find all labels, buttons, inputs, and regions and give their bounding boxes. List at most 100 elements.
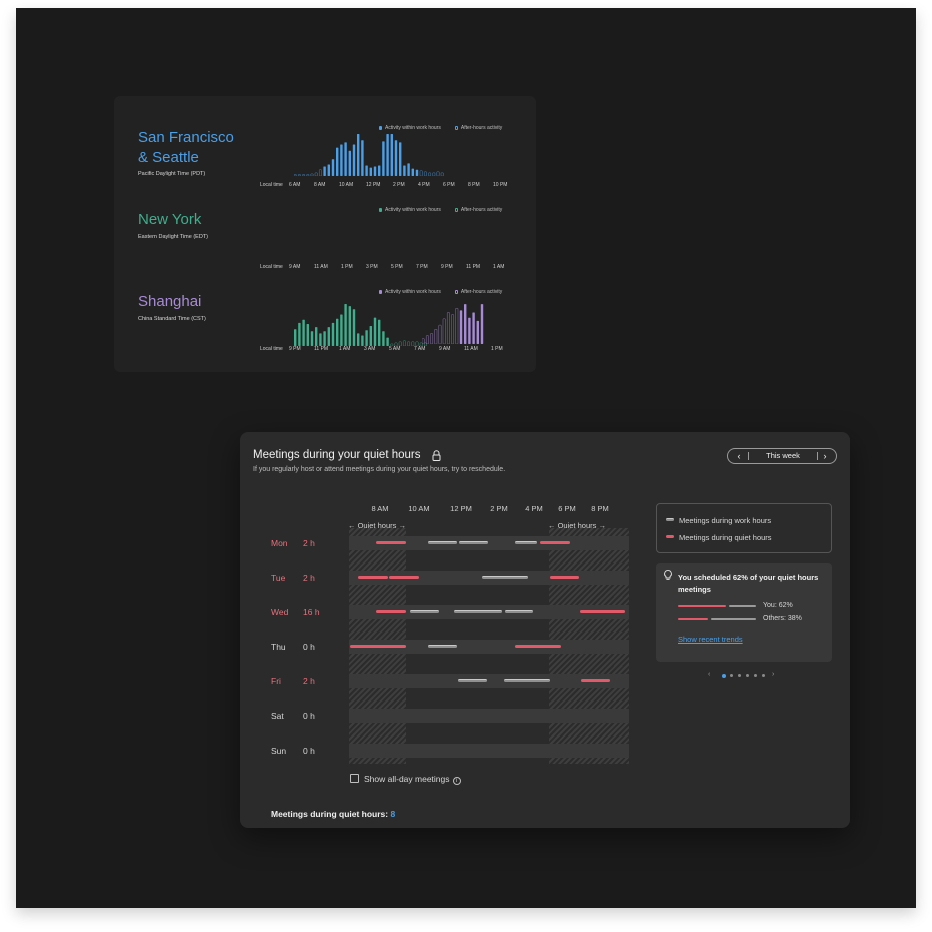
quiet-hours-meeting[interactable] [540, 541, 570, 544]
day-timeline-track [349, 570, 629, 585]
activity-bar [423, 171, 427, 176]
pager-next-icon[interactable]: › [772, 671, 774, 678]
you-work-bar [729, 605, 756, 607]
legend-swatch-after [454, 126, 458, 130]
pager-dot[interactable] [730, 674, 733, 677]
activity-bar [297, 174, 301, 176]
city-name: Shanghai [138, 293, 202, 310]
pager-dot[interactable] [762, 674, 765, 677]
activity-bar [399, 142, 402, 176]
activity-bar [318, 169, 322, 176]
quiet-hours-meeting[interactable] [515, 644, 561, 648]
work-hours-meeting[interactable] [482, 575, 528, 579]
quiet-meetings-count: Meetings during quiet hours: 8 [271, 809, 395, 819]
city-name: San Francisco & Seattle [138, 128, 234, 168]
activity-bars-shanghai [422, 304, 484, 344]
activity-bar [344, 142, 347, 176]
comparison-others: Others: 38% [678, 615, 828, 623]
quiet-hours-meeting[interactable] [550, 575, 579, 579]
work-hours-meeting[interactable] [428, 541, 457, 544]
time-label: 2 PM [490, 504, 508, 513]
activity-bar [438, 324, 442, 344]
quiet-hours-meeting[interactable] [580, 610, 625, 614]
others-work-bar [711, 618, 756, 620]
activity-bar [459, 310, 463, 344]
activity-bar [422, 338, 425, 344]
day-hours: 0 h [303, 641, 315, 652]
quiet-hours-meeting[interactable] [376, 610, 406, 614]
day-label: Tue [271, 572, 286, 583]
quiet-hours-meeting[interactable] [389, 575, 419, 579]
time-label: 6 PM [558, 504, 576, 513]
lock-icon [432, 450, 441, 461]
week-selector: ‹ This week › [727, 448, 837, 464]
chevron-right-icon: › [823, 451, 827, 461]
work-hours-meeting[interactable] [458, 679, 487, 683]
quiet-hours-meeting[interactable] [350, 644, 406, 648]
activity-bar [446, 312, 450, 344]
time-label: 8 AM [371, 504, 389, 513]
work-hours-meeting[interactable] [454, 610, 502, 614]
quiet-hours-meeting[interactable] [376, 541, 406, 544]
work-hours-meeting[interactable] [410, 610, 439, 614]
pager-prev-icon[interactable]: ‹ [708, 671, 710, 678]
legend-swatch-quiet [666, 535, 674, 538]
show-allday-toggle[interactable]: Show all-day meetings i [350, 774, 461, 785]
activity-bar [432, 172, 436, 176]
work-hours-meeting[interactable] [459, 541, 488, 544]
activity-bar [390, 134, 393, 176]
day-hours: 0 h [303, 711, 315, 721]
activity-bar [361, 140, 364, 176]
quiet-hours-meeting[interactable] [581, 679, 610, 683]
day-hours: 16 h [303, 607, 320, 618]
day-label: Mon [271, 538, 288, 548]
you-label: You: 62% [763, 602, 793, 609]
activity-bar [411, 168, 414, 176]
you-quiet-bar [678, 605, 726, 607]
lightbulb-icon [664, 570, 672, 580]
axis-tick: 9 AM [439, 346, 451, 352]
axis-local-time-label: Local time [260, 346, 283, 352]
axis-tick: 7 AM [414, 346, 426, 352]
previous-week-button[interactable]: ‹ [732, 450, 746, 462]
work-hours-meeting[interactable] [504, 679, 550, 683]
day-timeline-track [349, 536, 629, 550]
pager-dot[interactable] [754, 674, 757, 677]
pager-dot[interactable] [738, 674, 741, 677]
insight-card: You scheduled 62% of your quiet hours me… [656, 563, 832, 662]
activity-bar [403, 165, 406, 176]
next-week-button[interactable]: › [818, 450, 832, 462]
activity-bar [352, 144, 356, 176]
time-label: 4 PM [525, 504, 543, 513]
work-hours-meeting[interactable] [505, 610, 533, 614]
pager-dot[interactable] [746, 674, 749, 677]
chevron-left-icon: ‹ [737, 451, 741, 461]
pager-dot[interactable] [722, 673, 726, 678]
activity-bar [451, 314, 455, 344]
legend-swatch-after [454, 290, 458, 294]
info-icon[interactable]: i [452, 777, 461, 785]
activity-bar [386, 134, 389, 176]
timezone-name: China Standard Time (CST) [138, 316, 206, 322]
quiet-hours-meeting[interactable] [358, 575, 388, 579]
allday-label: Show all-day meetings [364, 774, 450, 784]
others-label: Others: 38% [763, 615, 802, 622]
time-label: 12 PM [450, 504, 472, 513]
city-name-line2: & Seattle [138, 149, 199, 166]
activity-bar [430, 333, 434, 344]
activity-bar [472, 312, 475, 344]
work-hours-meeting[interactable] [515, 541, 537, 544]
allday-checkbox[interactable] [350, 774, 359, 783]
legend-within-label: Activity within work hours [385, 289, 441, 295]
count-value: 8 [390, 809, 396, 819]
work-hours-meeting[interactable] [428, 644, 457, 648]
activity-bar [436, 171, 440, 176]
legend-quiet: Meetings during quiet hours [666, 533, 772, 542]
day-hours: 0 h [303, 745, 315, 756]
panel-title: Meetings during your quiet hours [253, 449, 421, 461]
show-recent-trends-link[interactable]: Show recent trends [678, 635, 743, 644]
day-label: Wed [271, 607, 289, 618]
activity-bar [480, 304, 484, 344]
city-name-line1: San Francisco [138, 129, 234, 146]
activity-bar [455, 308, 459, 344]
